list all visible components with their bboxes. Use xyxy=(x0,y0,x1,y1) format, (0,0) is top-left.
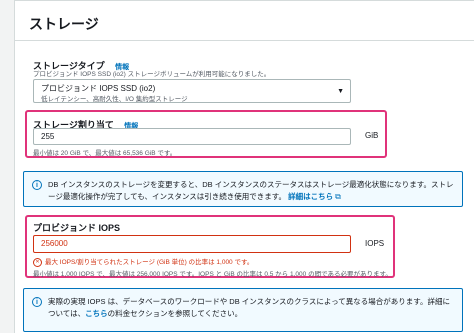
provisioned-iops-hint: 最小値は 1,000 IOPS で、最大値は 256,000 IOPS です。I… xyxy=(33,271,392,278)
storage-type-selected-subtitle: 低レイテンシー、高耐久性、I/O 集約型ストレージ xyxy=(41,96,188,103)
iops-notice: i 実際の実現 IOPS は、データベースのワークロードや DB インスタンスの… xyxy=(23,288,463,332)
allocated-storage-input[interactable]: 255 xyxy=(33,128,351,145)
section-title: ストレージ xyxy=(29,16,99,32)
provisioned-iops-unit: IOPS xyxy=(365,239,385,248)
learn-more-link[interactable]: 詳細はこちら xyxy=(288,192,333,201)
storage-type-select[interactable]: プロビジョンド IOPS SSD (io2) 低レイテンシー、高耐久性、I/O … xyxy=(33,79,351,103)
info-icon: i xyxy=(32,180,42,190)
external-link-icon: ⧉ xyxy=(335,192,341,201)
allocated-storage-unit: GiB xyxy=(365,131,379,140)
provisioned-iops-error: ✕ 最大 IOPS/割り当てられたストレージ (GiB 単位) の比率は 1,00… xyxy=(33,256,253,267)
notice-body: DB インスタンスのストレージを変更すると、DB インスタンスのステータスはスト… xyxy=(48,180,454,201)
storage-optimization-notice: i DB インスタンスのストレージを変更すると、DB インスタンスのステータスは… xyxy=(23,171,463,207)
info-icon: i xyxy=(32,297,42,307)
section-divider xyxy=(15,40,474,41)
caret-down-icon: ▼ xyxy=(337,88,344,95)
storage-type-description: プロビジョンド IOPS SSD (io2) ストレージボリュームが利用可能にな… xyxy=(33,71,271,78)
error-icon: ✕ xyxy=(33,257,42,267)
notice-text: DB インスタンスのストレージを変更すると、DB インスタンスのステータスはスト… xyxy=(48,179,454,203)
iops-notice-text: 実際の実現 IOPS は、データベースのワークロードや DB インスタンスのクラ… xyxy=(48,296,454,320)
iops-notice-body-after: の料金セクションを参照してください。 xyxy=(107,309,243,318)
storage-panel: ストレージ ストレージタイプ 情報 プロビジョンド IOPS SSD (io2)… xyxy=(14,0,474,333)
provisioned-iops-error-text: 最大 IOPS/割り当てられたストレージ (GiB 単位) の比率は 1,000… xyxy=(45,259,254,266)
pricing-link[interactable]: こちら xyxy=(85,309,108,318)
provisioned-iops-input[interactable]: 256000 xyxy=(33,235,351,253)
allocated-storage-hint: 最小値は 20 GiB で、最大値は 65,536 GiB です。 xyxy=(33,150,177,157)
provisioned-iops-label: プロビジョンド IOPS xyxy=(33,223,121,233)
